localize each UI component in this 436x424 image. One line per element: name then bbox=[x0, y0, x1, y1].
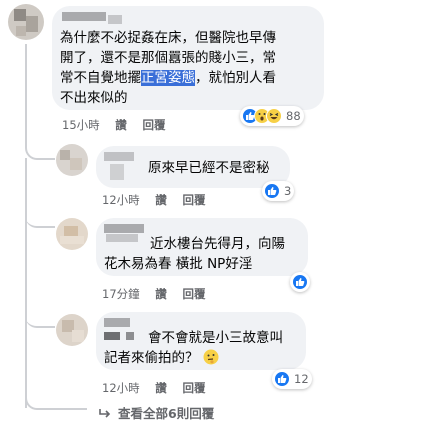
reply-thread-line bbox=[25, 158, 27, 408]
like-button[interactable]: 讚 bbox=[155, 381, 167, 395]
comment-text-line: 不出來似的 bbox=[60, 90, 128, 106]
comment-timestamp[interactable]: 12小時 bbox=[102, 193, 140, 207]
commenter-name-blur bbox=[110, 164, 124, 180]
comment-text-segment: 記者來偷拍的？ bbox=[104, 350, 199, 366]
reaction-summary[interactable]: 3 bbox=[262, 181, 295, 201]
avatar[interactable] bbox=[8, 4, 44, 40]
avatar[interactable] bbox=[56, 218, 88, 250]
comment-actions: 15小時 讚 回覆 bbox=[62, 117, 177, 133]
reply-thread-branch bbox=[25, 386, 87, 410]
commenter-name[interactable] bbox=[104, 152, 134, 161]
comment-text-segment: 常不自覺地擺 bbox=[60, 70, 141, 86]
comment-text-line: 常不自覺地擺正宮姿態，就怕別人看 bbox=[60, 68, 276, 88]
commenter-name-suffix bbox=[108, 15, 122, 24]
like-button[interactable]: 讚 bbox=[155, 287, 167, 301]
view-more-replies-button[interactable]: 查看全部6則回覆 bbox=[98, 403, 214, 423]
comment-bubble: 為什麼不必捉姦在床，但醫院也早傳 開了，還不是那個囂張的賤小三，常 常不自覺地擺… bbox=[52, 6, 324, 110]
comment-actions: 17分鐘 讚 回覆 bbox=[102, 286, 217, 302]
reply-arrow-icon bbox=[98, 408, 112, 423]
commenter-name[interactable] bbox=[104, 224, 144, 233]
like-reaction-icon bbox=[274, 371, 290, 387]
comment-text-segment: ，就怕別人看 bbox=[195, 70, 276, 86]
reply-thread-branch bbox=[25, 300, 55, 328]
like-button[interactable]: 讚 bbox=[155, 193, 167, 207]
reaction-summary[interactable]: 88 bbox=[240, 106, 304, 126]
comment-actions: 12小時 讚 回覆 bbox=[102, 192, 217, 208]
reaction-summary[interactable]: 12 bbox=[272, 369, 312, 389]
avatar[interactable] bbox=[56, 314, 88, 346]
comment-text-line: 記者來偷拍的？ bbox=[104, 348, 219, 371]
comment-text-line: 開了，還不是那個囂張的賤小三，常 bbox=[60, 50, 276, 66]
reply-thread-line bbox=[25, 44, 55, 160]
comment-text: 原來早已經不是密秘 bbox=[148, 160, 270, 176]
like-reaction-icon bbox=[292, 274, 308, 290]
haha-reaction-icon bbox=[266, 108, 282, 124]
comment-timestamp[interactable]: 15小時 bbox=[62, 118, 100, 132]
commenter-name-blur bbox=[106, 234, 138, 242]
comment-timestamp[interactable]: 12小時 bbox=[102, 381, 140, 395]
comment-text-line: 為什麼不必捉姦在床，但醫院也早傳 bbox=[60, 30, 276, 46]
selected-text: 正宮姿態 bbox=[141, 70, 195, 86]
reply-thread-branch bbox=[25, 200, 55, 228]
comment-text-line: 花木易為春 橫批 NP好淫 bbox=[104, 256, 253, 272]
commenter-name[interactable] bbox=[104, 318, 130, 327]
comment-actions: 12小時 讚 回覆 bbox=[102, 380, 217, 396]
thinking-emoji-icon bbox=[203, 349, 219, 371]
reply-bubble: 原來早已經不是密秘 bbox=[96, 146, 290, 188]
reply-button[interactable]: 回覆 bbox=[142, 118, 165, 132]
commenter-name-blur bbox=[104, 332, 120, 340]
like-button[interactable]: 讚 bbox=[115, 118, 127, 132]
reaction-count: 3 bbox=[284, 184, 292, 198]
avatar[interactable] bbox=[56, 144, 88, 176]
comment-text-line: 會不會就是小三故意叫 bbox=[148, 330, 283, 346]
reaction-count: 12 bbox=[294, 372, 309, 386]
comment-text-line: 近水樓台先得月，向陽 bbox=[150, 236, 285, 252]
reply-button[interactable]: 回覆 bbox=[182, 381, 205, 395]
reply-bubble: 會不會就是小三故意叫 記者來偷拍的？ bbox=[96, 312, 306, 370]
commenter-name-blur bbox=[126, 332, 134, 340]
like-reaction-icon bbox=[264, 183, 280, 199]
view-more-replies-label: 查看全部6則回覆 bbox=[118, 406, 215, 421]
reply-bubble: 近水樓台先得月，向陽 花木易為春 橫批 NP好淫 bbox=[96, 218, 308, 276]
comment-timestamp[interactable]: 17分鐘 bbox=[102, 287, 140, 301]
reply-button[interactable]: 回覆 bbox=[182, 193, 205, 207]
reply-button[interactable]: 回覆 bbox=[182, 287, 205, 301]
reaction-summary[interactable] bbox=[290, 272, 310, 292]
reaction-count: 88 bbox=[286, 109, 301, 123]
commenter-name[interactable] bbox=[62, 12, 106, 21]
